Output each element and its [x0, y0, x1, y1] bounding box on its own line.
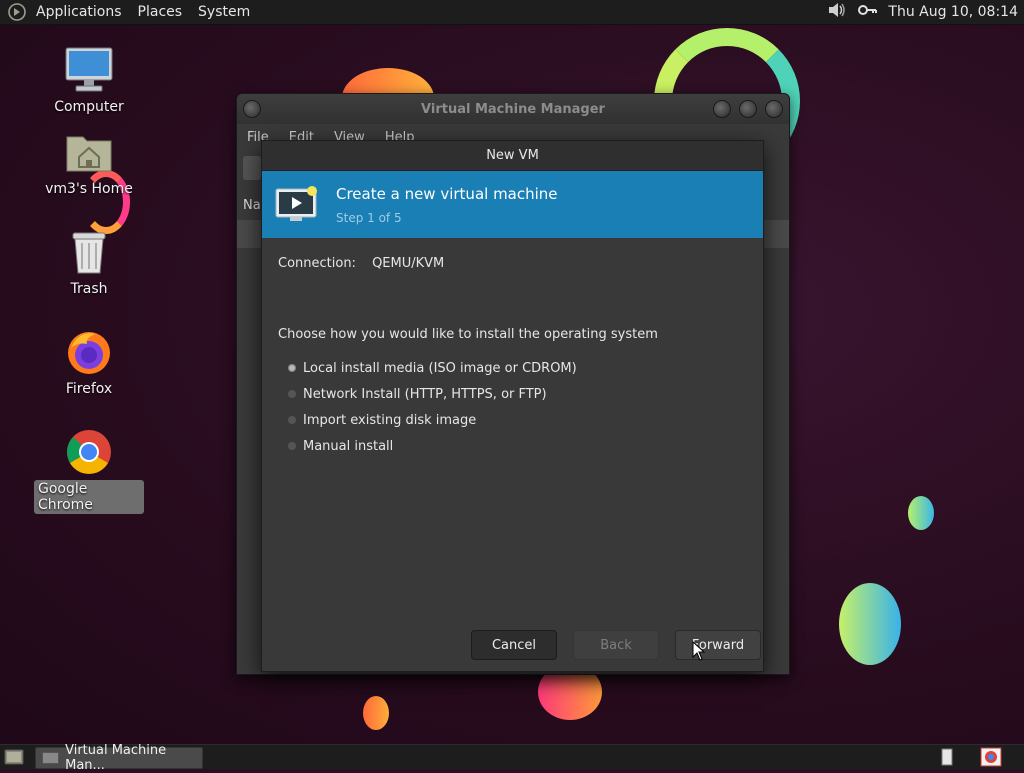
desktop-icon-label: Google Chrome	[34, 480, 144, 514]
dialog-titlebar[interactable]: New VM	[262, 141, 763, 171]
workspace-switcher-icon[interactable]	[941, 748, 953, 770]
trash-icon	[63, 226, 115, 278]
minimize-icon[interactable]	[713, 100, 731, 118]
decor-blob	[363, 696, 389, 730]
maximize-icon[interactable]	[739, 100, 757, 118]
vmm-titlebar[interactable]: Virtual Machine Manager	[237, 94, 789, 124]
back-button: Back	[573, 630, 659, 660]
banner-step: Step 1 of 5	[336, 210, 402, 225]
panel-menu: Applications Places System	[28, 0, 258, 24]
menu-system[interactable]: System	[190, 0, 258, 24]
option-manual-install[interactable]: Manual install	[288, 433, 577, 459]
bottom-panel: Virtual Machine Man...	[0, 743, 1024, 773]
home-folder-icon	[63, 126, 115, 178]
show-desktop-icon[interactable]	[4, 748, 24, 770]
radio-icon[interactable]	[288, 390, 296, 398]
mouse-cursor-icon	[692, 640, 706, 665]
column-header-name[interactable]: Na	[243, 198, 261, 213]
option-label: Local install media (ISO image or CDROM)	[303, 360, 577, 376]
new-vm-toolbar-button[interactable]	[243, 156, 261, 180]
decor-blob	[908, 496, 934, 530]
window-menu-icon[interactable]	[243, 100, 261, 118]
option-label: Manual install	[303, 438, 394, 454]
vmm-title: Virtual Machine Manager	[421, 101, 605, 117]
option-local-media[interactable]: Local install media (ISO image or CDROM)	[288, 355, 577, 381]
new-vm-monitor-icon	[274, 185, 320, 225]
connection-row: Connection: QEMU/KVM	[278, 256, 444, 271]
chrome-tray-icon[interactable]	[980, 747, 1002, 771]
desktop-icon-label: vm3's Home	[45, 181, 133, 197]
dialog-title: New VM	[486, 148, 539, 163]
cancel-button[interactable]: Cancel	[471, 630, 557, 660]
banner-title: Create a new virtual machine	[336, 184, 558, 203]
radio-selected-icon[interactable]	[288, 364, 296, 372]
connection-value: QEMU/KVM	[372, 256, 445, 271]
desktop-icon-label: Computer	[54, 99, 124, 115]
radio-icon[interactable]	[288, 442, 296, 450]
menu-applications[interactable]: Applications	[28, 0, 130, 24]
new-vm-dialog: New VM Create a new virtual machine Step…	[261, 140, 764, 672]
network-key-icon[interactable]	[858, 2, 878, 22]
install-prompt: Choose how you would like to install the…	[278, 327, 658, 342]
forward-button[interactable]: Forward	[675, 630, 761, 660]
chrome-icon	[63, 426, 115, 478]
taskbar-vmm-button[interactable]: Virtual Machine Man...	[35, 743, 203, 773]
radio-icon[interactable]	[288, 416, 296, 424]
panel-tray: Thu Aug 10, 08:14	[826, 0, 1018, 24]
desktop-icon-label: Firefox	[65, 381, 113, 397]
option-import-disk[interactable]: Import existing disk image	[288, 407, 577, 433]
computer-icon	[63, 44, 115, 96]
menu-places[interactable]: Places	[130, 0, 191, 24]
distro-logo-icon[interactable]	[6, 1, 28, 23]
taskbar-label: Virtual Machine Man...	[65, 743, 167, 773]
option-network-install[interactable]: Network Install (HTTP, HTTPS, or FTP)	[288, 381, 577, 407]
volume-icon[interactable]	[826, 0, 848, 24]
desktop-icon-computer[interactable]: Computer	[34, 44, 144, 116]
connection-label: Connection:	[278, 256, 356, 271]
close-icon[interactable]	[765, 100, 783, 118]
desktop-icon-chrome[interactable]: Google Chrome	[34, 426, 144, 514]
desktop-icon-home[interactable]: vm3's Home	[34, 126, 144, 198]
desktop-icon-label: Trash	[70, 281, 108, 297]
clock[interactable]: Thu Aug 10, 08:14	[888, 4, 1018, 20]
option-label: Network Install (HTTP, HTTPS, or FTP)	[303, 386, 547, 402]
dialog-buttons: Cancel Back Forward	[471, 630, 761, 660]
desktop-icon-firefox[interactable]: Firefox	[34, 326, 144, 398]
desktop-icon-trash[interactable]: Trash	[34, 226, 144, 298]
install-options: Local install media (ISO image or CDROM)…	[288, 355, 577, 459]
dialog-banner: Create a new virtual machine Step 1 of 5	[262, 171, 763, 238]
option-label: Import existing disk image	[303, 412, 477, 428]
firefox-icon	[63, 326, 115, 378]
decor-blob	[839, 583, 901, 665]
vmm-task-icon	[42, 752, 60, 764]
top-panel: Applications Places System Thu Aug 10, 0…	[0, 0, 1024, 25]
